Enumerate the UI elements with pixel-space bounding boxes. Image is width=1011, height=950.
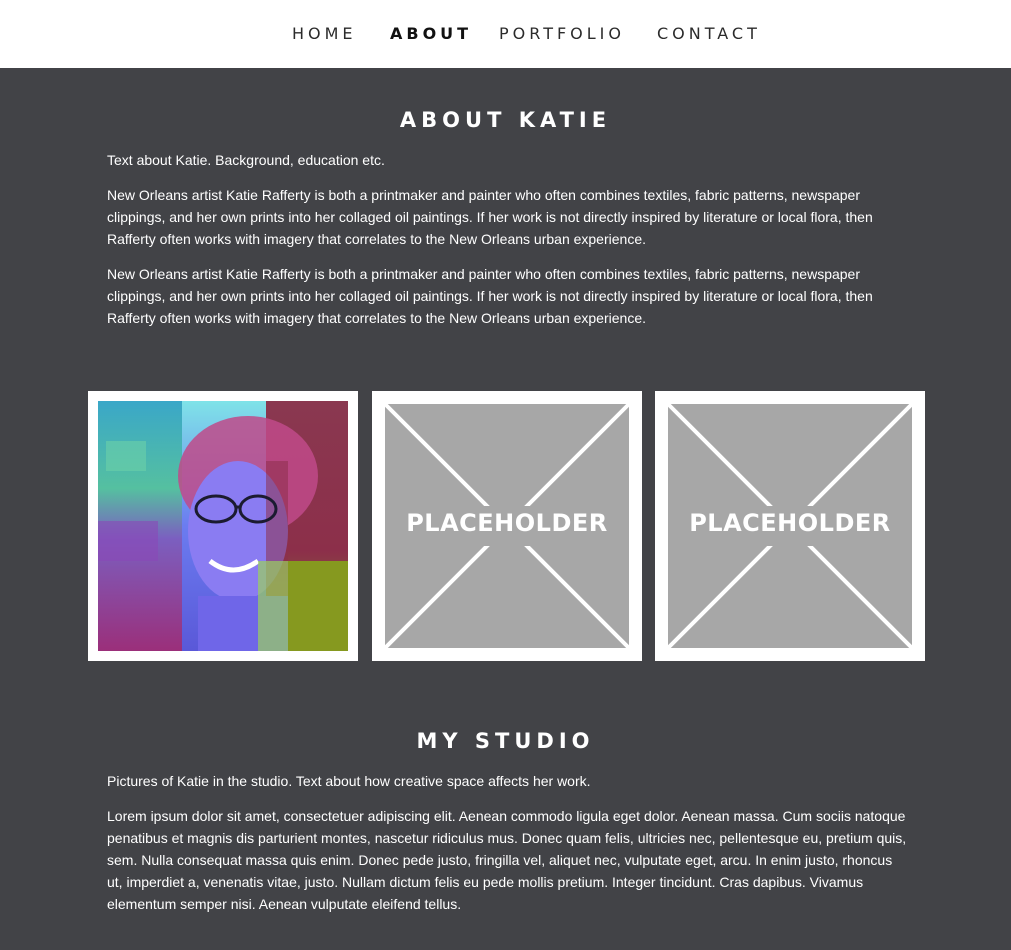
nav-about-link[interactable]: ABOUT	[390, 24, 472, 44]
about-intro: Text about Katie. Background, education …	[107, 152, 385, 168]
placeholder-image-frame-1[interactable]: PLACEHOLDER	[372, 391, 642, 661]
studio-intro: Pictures of Katie in the studio. Text ab…	[107, 773, 591, 789]
about-title: ABOUT KATIE	[399, 108, 612, 132]
about-paragraph-1: New Orleans artist Katie Rafferty is bot…	[107, 187, 873, 247]
studio-title: MY STUDIO	[416, 729, 595, 753]
placeholder-image-frame-2[interactable]: PLACEHOLDER	[655, 391, 925, 661]
nav-contact-link[interactable]: CONTACT	[657, 24, 761, 44]
portrait-photo	[98, 401, 348, 651]
placeholder-image-1: PLACEHOLDER	[382, 401, 632, 651]
about-paragraph-2: New Orleans artist Katie Rafferty is bot…	[107, 266, 873, 326]
placeholder-image-2: PLACEHOLDER	[665, 401, 915, 651]
portrait-photo-frame[interactable]	[88, 391, 358, 661]
portrait-photo-image	[98, 401, 348, 651]
placeholder-label-2: PLACEHOLDER	[689, 509, 891, 537]
nav-home-link[interactable]: HOME	[292, 24, 357, 44]
nav-portfolio-link[interactable]: PORTFOLIO	[499, 24, 625, 44]
placeholder-label-1: PLACEHOLDER	[406, 509, 608, 537]
studio-paragraph: Lorem ipsum dolor sit amet, consectetuer…	[107, 808, 907, 912]
top-navigation: HOME ABOUT PORTFOLIO CONTACT	[0, 0, 1011, 68]
